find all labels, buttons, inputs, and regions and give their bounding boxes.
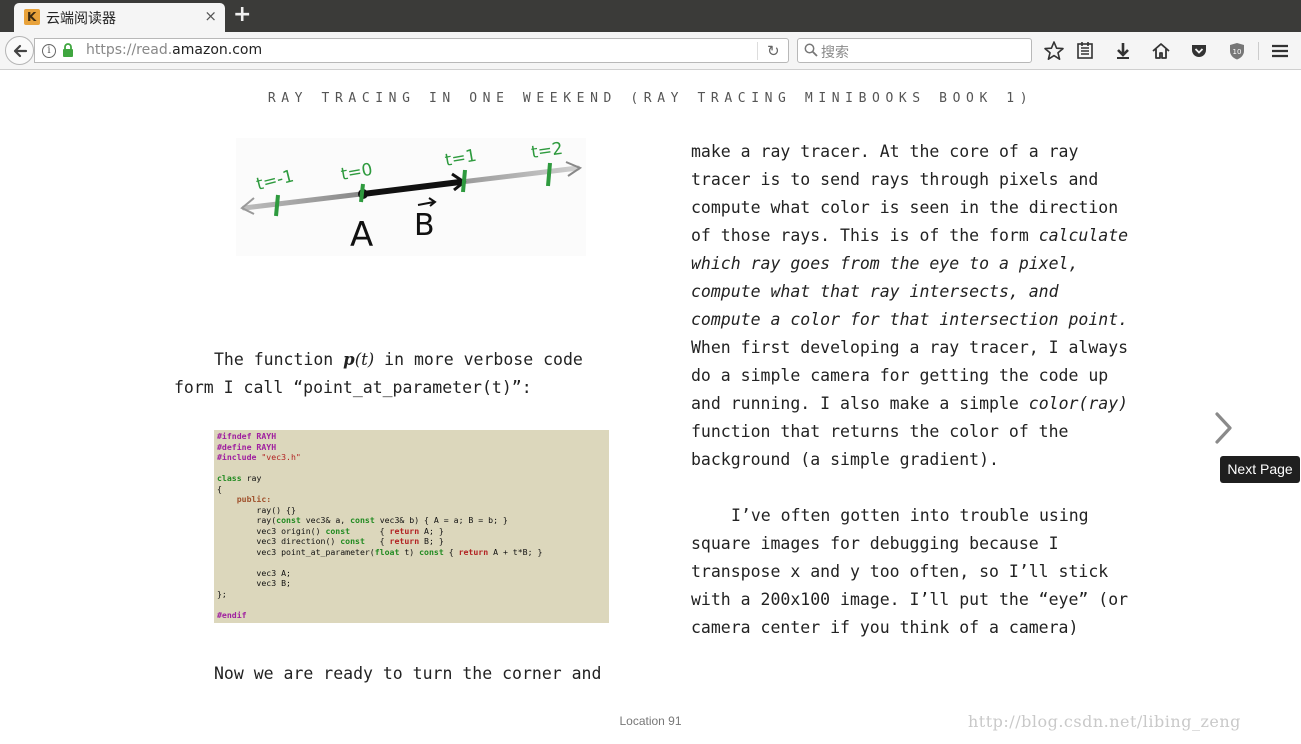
ublock-shield-icon[interactable]: 10 [1226,40,1248,62]
info-icon[interactable]: i [42,44,56,58]
code-token: vec3& a, [300,515,351,525]
code-token: vec3 point_at_parameter( [217,546,375,557]
code-line: vec3 A; [217,567,291,578]
next-page-tooltip: Next Page [1220,456,1300,483]
code-token: const [325,525,351,536]
code-token: return [458,546,489,557]
right-column: make a ray tracer. At the core of a ray … [691,138,1136,642]
label-vector-b: B [414,208,435,243]
url-separator [757,42,758,60]
code-token: { [350,525,390,536]
next-page-chevron-icon[interactable] [1210,410,1236,446]
url-text[interactable]: https://read.amazon.com [86,42,262,58]
code-token: A + t*B; } [488,546,543,557]
reload-icon[interactable]: ↻ [767,42,780,60]
home-icon[interactable] [1150,40,1172,62]
ray-parameter-diagram: t=-1 t=0 t=1 t=2 A B [236,138,586,256]
pocket-icon[interactable] [1188,40,1210,62]
code-token: float [374,546,400,557]
tab-title: 云端阅读器 [46,11,116,27]
toolbar-separator [1258,42,1259,60]
search-input[interactable]: 搜索 [797,38,1032,63]
code-token: { [443,546,459,557]
kindle-favicon-icon [24,9,40,25]
search-placeholder: 搜索 [821,45,849,61]
bookmarks-list-icon[interactable] [1074,40,1096,62]
code-line: #endif [217,609,247,620]
tab-close-icon[interactable]: × [204,7,217,25]
code-token: vec3& b) { A = a; B = b; } [374,515,508,525]
code-token: ray( [217,515,277,525]
tick-t-1 [461,169,467,193]
url-bar[interactable]: i https://read.amazon.com ↻ [34,38,789,63]
code-token: vec3 direction() [217,536,341,546]
download-icon[interactable] [1112,40,1134,62]
tick-t-minus-1 [274,194,280,217]
svg-text:10: 10 [1233,48,1242,56]
code-line: { [217,483,222,494]
emphasized-function: color(ray) [1028,394,1129,413]
code-listing-ray-class: #ifndef RAYH #define RAYH #include "vec3… [214,430,609,623]
para-text-end: : [521,378,532,397]
function-arg: (t) [354,350,375,369]
code-token: const [350,515,375,525]
code-token: t) [399,546,420,557]
back-button[interactable] [5,36,34,65]
tab-bar: 云端阅读器 × + [0,0,1301,32]
code-line: #define RAYH [217,441,277,452]
code-line: }; [217,588,227,599]
paragraph-next-section: Now we are ready to turn the corner and [174,660,614,688]
code-line: "vec3.h" [261,452,301,462]
paragraph-ray-tracer: make a ray tracer. At the core of a ray … [691,138,1136,474]
inline-code-name: “point_at_parameter(t)” [293,378,522,397]
url-prefix: https://read. [86,42,173,58]
code-token: const [340,536,365,546]
search-icon [804,43,818,57]
tick-t-2 [546,162,552,187]
code-line: ray() {} [217,504,296,515]
code-token: class [217,473,242,483]
browser-tab[interactable]: 云端阅读器 × [14,3,225,32]
para-text: Now we are ready to turn the corner and [214,664,602,683]
code-token: return [389,525,420,536]
para-text: function that returns the color of the b… [691,422,1069,469]
url-domain: amazon.com [172,42,263,58]
code-token: B; } [419,536,444,546]
code-line: #ifndef RAYH [217,431,277,441]
code-token: return [389,536,420,546]
hamburger-menu-icon[interactable] [1269,40,1291,62]
paragraph-function-description: The function p(t) in more verbose code f… [174,346,614,402]
code-token: { [364,536,390,546]
code-token: const [419,546,444,557]
back-arrow-icon [13,44,28,58]
para-text: I’ve often gotten into trouble using squ… [691,506,1129,637]
navigation-toolbar: i https://read.amazon.com ↻ 搜索 10 [0,32,1301,70]
watermark: http://blog.csdn.net/libing_zeng [968,712,1241,731]
tick-t-0 [359,183,365,203]
paragraph-square-images: I’ve often gotten into trouble using squ… [691,502,1136,642]
code-token: A; } [419,525,444,536]
code-line: #include [217,452,262,462]
bookmark-star-icon[interactable] [1043,40,1065,62]
new-tab-button[interactable]: + [233,3,251,27]
book-title: RAY TRACING IN ONE WEEKEND (RAY TRACING … [267,91,1034,106]
lock-icon[interactable] [62,43,74,58]
code-token: vec3 origin() [217,525,326,536]
label-point-a: A [350,215,373,255]
function-name: p [343,350,355,369]
code-line: public: [236,494,272,504]
para-text-start: The function [214,350,344,369]
code-token: ray [241,473,262,483]
code-line: vec3 B; [217,578,291,588]
code-token: const [276,515,301,525]
